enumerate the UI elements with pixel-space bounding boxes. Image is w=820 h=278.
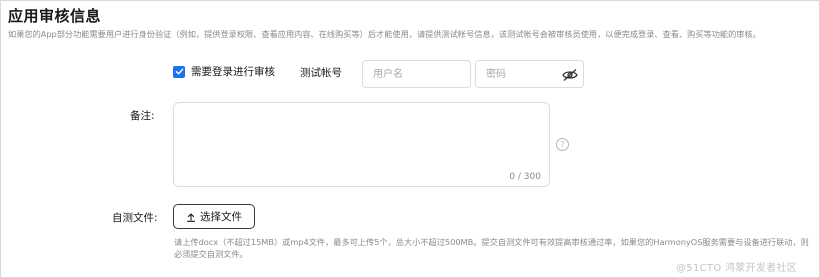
self-test-file-label: 自测文件: [112, 212, 158, 224]
login-review-checkbox-label: 需要登录进行审核 [191, 66, 275, 78]
remark-textarea[interactable]: 0 / 300 [173, 102, 550, 187]
section-title: 应用审核信息 [8, 7, 102, 25]
eye-hidden-icon[interactable] [562, 67, 578, 81]
section-description: 如果您的App部分功能需要用户进行身份验证（例如，提供登录权限、查看应用内容、在… [8, 29, 761, 39]
username-input[interactable] [362, 60, 471, 88]
login-review-checkbox-row[interactable]: 需要登录进行审核 [173, 64, 275, 79]
choose-file-button-label: 选择文件 [200, 211, 242, 223]
remark-char-counter: 0 / 300 [509, 172, 541, 182]
password-field [475, 60, 584, 88]
self-test-file-hint: 请上传docx（不超过15MB）或mp4文件，最多可上传5个，总大小不超过500… [174, 237, 809, 259]
upload-arrow-icon [186, 212, 196, 222]
checkmark-icon [175, 68, 183, 75]
watermark: @51CTO 鸿蒙开发者社区 [676, 263, 798, 274]
remark-label: 备注: [130, 110, 155, 122]
test-account-label: 测试帐号 [300, 67, 342, 79]
login-review-checkbox[interactable] [173, 65, 185, 78]
question-circle-icon[interactable]: ? [556, 138, 569, 151]
choose-file-button[interactable]: 选择文件 [173, 204, 255, 229]
